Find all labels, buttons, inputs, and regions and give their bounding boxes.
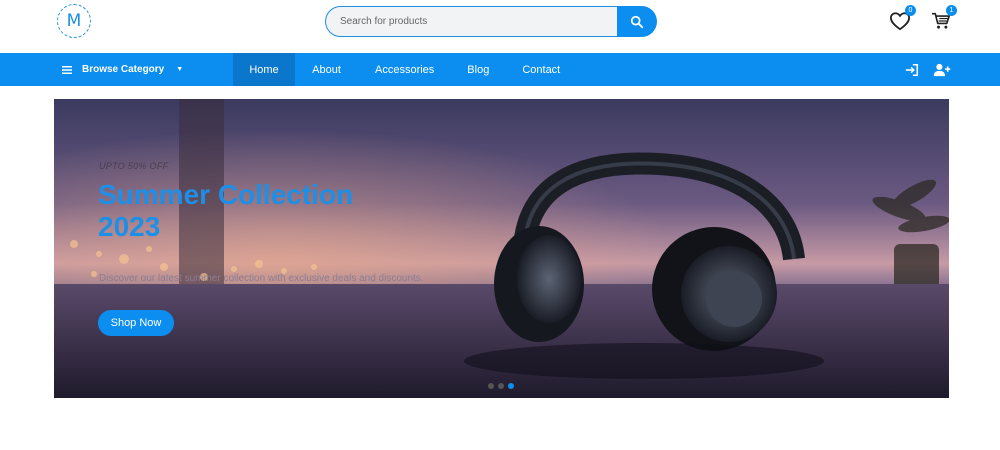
search-button[interactable]	[617, 6, 657, 37]
nav-link-home[interactable]: Home	[233, 53, 295, 86]
search-input[interactable]	[325, 6, 625, 37]
hero-banner: UPTO 50% OFF Summer Collection 2023 Disc…	[54, 99, 949, 398]
nav-link-about[interactable]: About	[311, 53, 342, 86]
browse-category-label: Browse Category	[82, 64, 165, 75]
search-bar	[325, 6, 657, 37]
login-icon	[905, 63, 919, 77]
carousel-indicators	[488, 383, 514, 389]
cart-button[interactable]: 1	[928, 5, 957, 34]
cart-count-badge: 1	[946, 5, 957, 16]
hero-description: Discover our latest summer collection wi…	[99, 273, 424, 284]
carousel-dot[interactable]	[498, 383, 504, 389]
wishlist-button[interactable]: 0	[887, 5, 916, 34]
main-navbar: Browse Category ▼ Home About Accessories…	[0, 53, 1000, 86]
nav-link-contact[interactable]: Contact	[522, 53, 560, 86]
hero-headphones-image	[54, 99, 949, 398]
login-button[interactable]	[903, 61, 921, 79]
nav-link-blog[interactable]: Blog	[467, 53, 489, 86]
logo-letter: M	[66, 11, 82, 31]
wishlist-count-badge: 0	[905, 5, 916, 16]
carousel-dot-active[interactable]	[508, 383, 514, 389]
carousel-dot[interactable]	[488, 383, 494, 389]
search-icon	[630, 15, 644, 28]
shop-now-button[interactable]: Shop Now	[98, 310, 174, 336]
chevron-down-icon: ▼	[176, 66, 184, 73]
nav-link-accessories[interactable]: Accessories	[375, 53, 434, 86]
register-button[interactable]	[933, 61, 951, 79]
nav-links: Home About Accessories Blog Contact	[233, 53, 560, 86]
add-user-icon	[933, 63, 951, 77]
hero-title: Summer Collection 2023	[98, 179, 354, 242]
hero-eyebrow-text: UPTO 50% OFF	[99, 161, 169, 171]
browse-category-dropdown[interactable]: Browse Category ▼	[62, 53, 183, 86]
site-logo[interactable]: M	[57, 4, 91, 38]
menu-icon	[62, 65, 72, 74]
top-header: M 0 1	[0, 0, 1000, 53]
